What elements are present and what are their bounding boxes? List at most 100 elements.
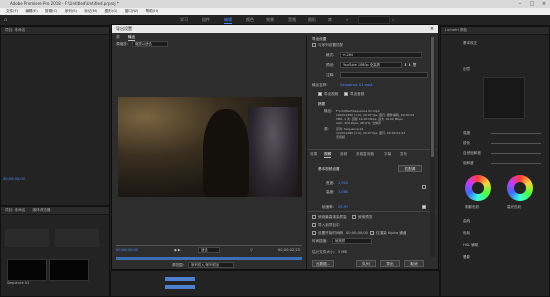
lumetri-panel: Lumetri 颜色 基本校正 创意 强度 锐化 自然饱和度 饱和度 阴影色彩 … xyxy=(440,26,550,297)
menu-window[interactable]: 窗口(W) xyxy=(125,8,139,15)
search-icon[interactable]: ⌕ xyxy=(392,17,394,22)
ws-libraries[interactable]: 库 xyxy=(328,17,332,23)
bin-thumb[interactable] xyxy=(5,229,49,247)
time-interpolation-label: 时间插值: xyxy=(312,239,328,243)
start-timecode-checkbox[interactable] xyxy=(312,231,316,235)
label-saturation: 饱和度 xyxy=(463,161,474,165)
home-icon[interactable]: ⌂ xyxy=(4,17,7,23)
playhead-icon[interactable]: ▽ xyxy=(250,248,253,252)
maximize-icon[interactable]: □ xyxy=(526,0,538,8)
match-sequence-checkbox[interactable] xyxy=(312,43,316,47)
comments-input[interactable] xyxy=(340,72,428,78)
title-bar: Adobe Premiere Pro 2018 - F:\Untitled\Un… xyxy=(0,0,550,8)
preset-label: 预设: xyxy=(326,63,335,67)
bin-thumb[interactable] xyxy=(55,229,99,247)
export-video-checkbox[interactable] xyxy=(318,92,322,96)
cancel-button[interactable]: 取消 xyxy=(404,260,424,267)
framerate-checkbox[interactable] xyxy=(422,205,426,209)
person-silhouette xyxy=(203,109,249,197)
menu-help[interactable]: 帮助(H) xyxy=(146,8,159,15)
use-previews-label: 使用预览 xyxy=(358,215,373,219)
summary-output-title: 输出: xyxy=(324,109,333,113)
section-wheels[interactable]: 色轮 xyxy=(463,231,470,236)
menu-bar: 文件(F) 编辑(E) 剪辑(C) 序列(S) 标记(M) 图形(G) 窗口(W… xyxy=(0,8,550,15)
clip-thumbnail[interactable] xyxy=(7,259,47,281)
format-select[interactable]: H.264 xyxy=(340,52,422,58)
timeline-clip[interactable] xyxy=(165,285,195,289)
tab-video[interactable]: 视频 xyxy=(324,152,332,158)
menu-edit[interactable]: 编辑(E) xyxy=(25,8,37,15)
ws-edit[interactable]: 编辑 xyxy=(224,17,232,24)
project-tabs: 项目: 未命名 媒体浏览器 xyxy=(1,207,109,215)
shadow-tint-wheel[interactable] xyxy=(465,175,491,201)
minimize-icon[interactable]: – xyxy=(514,0,526,8)
import-project-checkbox[interactable] xyxy=(312,223,316,227)
fit-select[interactable]: 适合 xyxy=(198,247,220,253)
more-workspaces-icon[interactable]: » xyxy=(346,17,348,22)
section-basic[interactable]: 基本校正 xyxy=(463,41,477,46)
section-vignette[interactable]: 晕影 xyxy=(463,255,470,260)
ws-effects[interactable]: 效果 xyxy=(266,17,274,23)
ws-color[interactable]: 颜色 xyxy=(246,17,254,23)
menu-sequence[interactable]: 序列(S) xyxy=(65,8,77,15)
ws-audio[interactable]: 音频 xyxy=(288,17,296,23)
tab-project[interactable]: 项目: 未命名 xyxy=(5,208,25,212)
panel-header: 项目: 未命名 xyxy=(1,27,109,35)
section-hsl[interactable]: HSL 辅助 xyxy=(463,243,478,248)
source-scale-select[interactable]: 缩放以适合 xyxy=(132,41,168,47)
ws-assembly[interactable]: 组件 xyxy=(202,17,210,23)
tab-multiplexer[interactable]: 多路复用器 xyxy=(356,152,374,157)
tab-source[interactable]: 源 xyxy=(116,35,120,40)
tab-effects[interactable]: 效果 xyxy=(310,152,317,157)
source-range-select[interactable]: 序列切入/序列切出 xyxy=(188,262,234,268)
look-preview[interactable] xyxy=(483,77,525,119)
ws-learn[interactable]: 学习 xyxy=(180,17,188,23)
intensity-slider[interactable] xyxy=(491,133,541,134)
saturation-slider[interactable] xyxy=(491,163,541,164)
start-timecode-value[interactable]: 00;00;00;00 xyxy=(346,231,368,235)
close-icon[interactable]: × xyxy=(538,0,550,8)
menu-clip[interactable]: 剪辑(C) xyxy=(45,8,58,15)
settings-scrollbar[interactable] xyxy=(430,35,435,257)
close-icon[interactable]: × xyxy=(428,25,436,33)
queue-button[interactable]: 队列 xyxy=(356,260,376,267)
save-preset-icon[interactable]: ⬆ ⬇ 🗑 xyxy=(404,63,417,67)
height-label: 高度: xyxy=(326,190,335,194)
highlight-tint-wheel[interactable] xyxy=(507,175,533,201)
time-interpolation-select[interactable]: 帧采样 xyxy=(332,238,372,244)
timeline-clip[interactable] xyxy=(165,277,195,281)
ws-graphics[interactable]: 图形 xyxy=(308,17,316,23)
tab-media-browser[interactable]: 媒体浏览器 xyxy=(32,208,50,212)
range-bar[interactable] xyxy=(116,257,302,260)
menu-file[interactable]: 文件(F) xyxy=(6,8,18,15)
output-name-link[interactable]: Sequence 01.mp4 xyxy=(340,83,373,87)
render-alpha-checkbox[interactable] xyxy=(370,231,374,235)
render-alpha-label: 仅渲染 Alpha 通道 xyxy=(376,231,407,235)
section-creative[interactable]: 创意 xyxy=(463,67,470,72)
sharpen-slider[interactable] xyxy=(491,143,541,144)
tab-publish[interactable]: 发布 xyxy=(400,152,407,157)
preview-scrubber[interactable] xyxy=(116,245,302,246)
max-render-checkbox[interactable] xyxy=(312,215,316,219)
menu-marker[interactable]: 标记(M) xyxy=(84,8,97,15)
export-audio-checkbox[interactable] xyxy=(344,92,348,96)
mark-in-icon[interactable]: ◆ ▶ xyxy=(174,248,181,252)
match-source-button[interactable]: 匹配源 xyxy=(398,165,422,172)
tab-audio[interactable]: 音频 xyxy=(340,152,347,157)
width-value[interactable]: 1,920 xyxy=(338,181,348,185)
project-panel: 项目: 未命名 媒体浏览器 Sequence 01 xyxy=(0,206,110,297)
vibrance-slider[interactable] xyxy=(491,153,541,154)
tab-captions[interactable]: 字幕 xyxy=(384,152,391,157)
search-input[interactable] xyxy=(358,16,390,24)
height-value[interactable]: 1,080 xyxy=(338,190,348,194)
menu-graphics[interactable]: 图形(G) xyxy=(105,8,118,15)
start-timecode-label: 设置开始时间码 xyxy=(318,231,344,235)
section-curves[interactable]: 曲线 xyxy=(463,219,470,224)
export-button[interactable]: 导出 xyxy=(380,260,400,267)
clip-thumbnail[interactable] xyxy=(49,259,89,281)
use-previews-checkbox[interactable] xyxy=(352,215,356,219)
metadata-button[interactable]: 元数据... xyxy=(312,260,334,267)
link-dimensions-checkbox[interactable] xyxy=(422,185,426,189)
preset-select[interactable]: YouTube 1080p 全高清 xyxy=(340,62,402,68)
framerate-value[interactable]: 29.97 xyxy=(338,205,348,209)
